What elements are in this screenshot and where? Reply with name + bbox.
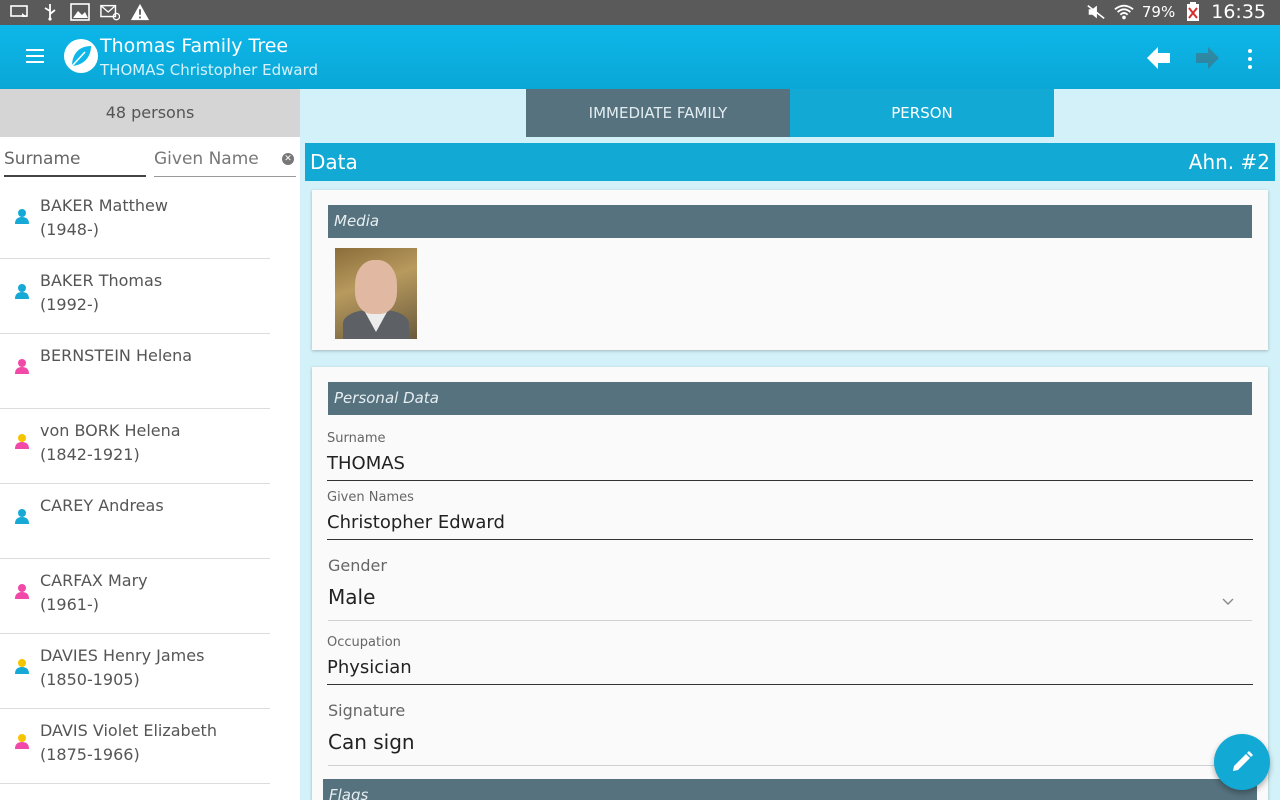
notification-icons	[10, 3, 150, 21]
usb-icon	[40, 3, 60, 21]
app-bar: Thomas Family Tree THOMAS Christopher Ed…	[0, 25, 1280, 89]
clock: 16:35	[1211, 1, 1266, 23]
person-name: CARFAX Mary	[40, 571, 148, 590]
battery-percent: 79%	[1141, 3, 1176, 21]
list-item[interactable]: DAVIES Henry James (1850-1905)	[0, 634, 270, 709]
person-icon	[14, 358, 30, 374]
personal-data-card: Personal Data Surname THOMAS Given Names…	[312, 367, 1268, 800]
email-icon	[100, 3, 120, 21]
warning-icon	[130, 3, 150, 21]
cast-icon	[10, 3, 30, 21]
signature-value: Can sign	[328, 730, 415, 754]
list-item[interactable]: von BORK Helena (1842-1921)	[0, 409, 270, 484]
person-name: BERNSTEIN Helena	[40, 346, 193, 365]
forward-arrow-icon[interactable]	[1194, 45, 1220, 71]
person-photo[interactable]	[335, 248, 417, 339]
surname-filter-input[interactable]: Surname	[4, 149, 146, 177]
person-dates: (1961-)	[40, 595, 99, 614]
clear-filter-icon[interactable]: ✕	[282, 153, 294, 165]
gender-select[interactable]: Male	[328, 585, 1252, 621]
mute-icon	[1086, 3, 1106, 21]
list-item[interactable]: BAKER Thomas (1992-)	[0, 259, 270, 334]
given-names-field[interactable]: Christopher Edward	[327, 512, 1253, 540]
occupation-label: Occupation	[327, 635, 401, 650]
wifi-icon	[1114, 3, 1134, 21]
app-title: Thomas Family Tree	[100, 35, 289, 57]
person-count: 48 persons	[0, 89, 300, 137]
person-icon	[14, 658, 30, 674]
personal-data-heading: Personal Data	[328, 382, 1252, 415]
person-name: DAVIS Violet Elizabeth	[40, 721, 217, 740]
menu-icon[interactable]	[22, 45, 50, 69]
person-list: BAKER Matthew (1948-) BAKER Thomas (1992-) B…	[0, 184, 270, 784]
signature-label: Signature	[328, 701, 406, 720]
person-name: BAKER Matthew	[40, 196, 168, 215]
surname-field[interactable]: THOMAS	[327, 453, 1253, 481]
person-icon	[14, 733, 30, 749]
status-bar: 79% 16:35	[0, 0, 1280, 25]
person-icon	[14, 208, 30, 224]
gender-label: Gender	[328, 556, 387, 575]
list-item[interactable]: DAVIS Violet Elizabeth (1875-1966)	[0, 709, 270, 784]
person-icon	[14, 583, 30, 599]
filter-bar: Surname Given Name ✕	[0, 137, 300, 181]
data-header: Data Ahn. #2	[305, 143, 1275, 181]
person-dates: (1842-1921)	[40, 445, 140, 464]
person-dates: (1948-)	[40, 220, 99, 239]
person-name: CAREY Andreas	[40, 496, 164, 515]
given-name-filter-input[interactable]: Given Name	[154, 149, 296, 177]
pencil-icon	[1233, 751, 1253, 771]
more-options-icon[interactable]	[1240, 45, 1260, 69]
tab-bar: IMMEDIATE FAMILY PERSON	[526, 89, 1054, 137]
list-item[interactable]: BAKER Matthew (1948-)	[0, 184, 270, 259]
person-dates: (1992-)	[40, 295, 99, 314]
person-icon	[14, 508, 30, 524]
person-icon	[14, 433, 30, 449]
list-item[interactable]: BERNSTEIN Helena	[0, 334, 270, 409]
list-item[interactable]: CAREY Andreas	[0, 484, 270, 559]
person-dates: (1875-1966)	[40, 745, 140, 764]
edit-button[interactable]	[1214, 734, 1270, 790]
person-name: BAKER Thomas	[40, 271, 163, 290]
person-dates: (1850-1905)	[40, 670, 140, 689]
back-arrow-icon[interactable]	[1146, 45, 1172, 71]
tab-person[interactable]: PERSON	[790, 89, 1054, 137]
surname-label: Surname	[327, 431, 386, 446]
person-name: DAVIES Henry James	[40, 646, 205, 665]
ahnentafel-number: Ahn. #2	[1188, 150, 1270, 174]
battery-icon	[1183, 2, 1203, 21]
person-icon	[14, 283, 30, 299]
chevron-down-icon	[1222, 595, 1234, 609]
media-card: Media	[312, 190, 1268, 350]
occupation-field[interactable]: Physician	[327, 657, 1253, 685]
system-indicators: 79% 16:35	[1086, 1, 1266, 23]
person-name: von BORK Helena	[40, 421, 181, 440]
signature-select[interactable]: Can sign	[328, 730, 1252, 766]
image-icon	[70, 3, 90, 21]
gender-value: Male	[328, 585, 376, 609]
leaf-logo-icon	[64, 39, 98, 73]
data-title: Data	[310, 150, 358, 174]
flags-heading: Flags	[323, 779, 1257, 800]
given-names-label: Given Names	[327, 490, 414, 505]
list-item[interactable]: CARFAX Mary (1961-)	[0, 559, 270, 634]
app-subtitle: THOMAS Christopher Edward	[100, 61, 319, 79]
tab-immediate-family[interactable]: IMMEDIATE FAMILY	[526, 89, 790, 137]
media-heading: Media	[328, 205, 1252, 238]
